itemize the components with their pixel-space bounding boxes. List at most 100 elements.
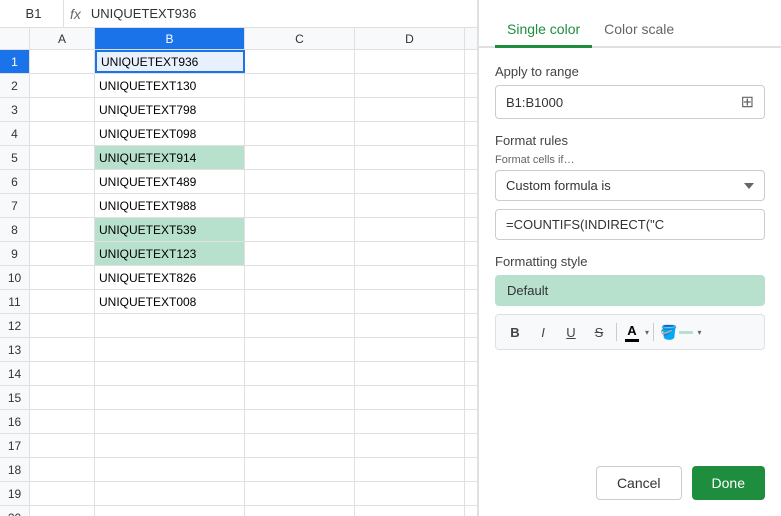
table-row[interactable]: 13 — [0, 338, 477, 362]
cell-a[interactable] — [30, 506, 95, 516]
formula-input[interactable] — [87, 6, 473, 21]
table-row[interactable]: 9UNIQUETEXT123 — [0, 242, 477, 266]
table-row[interactable]: 2UNIQUETEXT130 — [0, 74, 477, 98]
cell-d[interactable] — [355, 266, 465, 289]
cell-d[interactable] — [355, 50, 465, 73]
table-row[interactable]: 6UNIQUETEXT489 — [0, 170, 477, 194]
table-row[interactable]: 16 — [0, 410, 477, 434]
condition-dropdown[interactable]: Custom formula is Text contains Text doe… — [495, 170, 765, 201]
cell-b[interactable]: UNIQUETEXT123 — [95, 242, 245, 265]
cell-a[interactable] — [30, 194, 95, 217]
cell-b[interactable]: UNIQUETEXT826 — [95, 266, 245, 289]
grid-select-icon[interactable]: ⊞ — [741, 92, 754, 112]
cell-c[interactable] — [245, 386, 355, 409]
cell-c[interactable] — [245, 98, 355, 121]
cell-a[interactable] — [30, 434, 95, 457]
cancel-button[interactable]: Cancel — [596, 466, 682, 500]
cell-d[interactable] — [355, 434, 465, 457]
cell-d[interactable] — [355, 194, 465, 217]
cell-d[interactable] — [355, 338, 465, 361]
cell-b[interactable]: UNIQUETEXT798 — [95, 98, 245, 121]
cell-b[interactable] — [95, 482, 245, 505]
cell-c[interactable] — [245, 338, 355, 361]
cell-d[interactable] — [355, 314, 465, 337]
cell-b[interactable]: UNIQUETEXT098 — [95, 122, 245, 145]
cell-d[interactable] — [355, 146, 465, 169]
cell-d[interactable] — [355, 218, 465, 241]
cell-b[interactable] — [95, 338, 245, 361]
formula-value-input[interactable] — [495, 209, 765, 240]
cell-b[interactable] — [95, 386, 245, 409]
font-color-dropdown-arrow[interactable]: ▾ — [645, 328, 649, 337]
cell-c[interactable] — [245, 506, 355, 516]
cell-c[interactable] — [245, 362, 355, 385]
table-row[interactable]: 5UNIQUETEXT914 — [0, 146, 477, 170]
cell-a[interactable] — [30, 290, 95, 313]
strikethrough-button[interactable]: S — [586, 319, 612, 345]
cell-a[interactable] — [30, 482, 95, 505]
cell-c[interactable] — [245, 122, 355, 145]
cell-b[interactable] — [95, 410, 245, 433]
cell-d[interactable] — [355, 506, 465, 516]
cell-d[interactable] — [355, 122, 465, 145]
table-row[interactable]: 8UNIQUETEXT539 — [0, 218, 477, 242]
cell-a[interactable] — [30, 50, 95, 73]
cell-b[interactable]: UNIQUETEXT008 — [95, 290, 245, 313]
cell-a[interactable] — [30, 386, 95, 409]
cell-a[interactable] — [30, 410, 95, 433]
table-row[interactable]: 12 — [0, 314, 477, 338]
cell-b[interactable] — [95, 314, 245, 337]
table-row[interactable]: 18 — [0, 458, 477, 482]
table-row[interactable]: 14 — [0, 362, 477, 386]
cell-b[interactable] — [95, 434, 245, 457]
cell-a[interactable] — [30, 74, 95, 97]
table-row[interactable]: 20 — [0, 506, 477, 516]
fill-color-dropdown-arrow[interactable]: ▾ — [697, 328, 701, 337]
font-color-button[interactable]: A — [621, 321, 643, 344]
table-row[interactable]: 7UNIQUETEXT988 — [0, 194, 477, 218]
cell-b[interactable]: UNIQUETEXT130 — [95, 74, 245, 97]
cell-a[interactable] — [30, 242, 95, 265]
table-row[interactable]: 10UNIQUETEXT826 — [0, 266, 477, 290]
cell-b[interactable]: UNIQUETEXT539 — [95, 218, 245, 241]
cell-b[interactable]: UNIQUETEXT914 — [95, 146, 245, 169]
cell-c[interactable] — [245, 50, 355, 73]
cell-d[interactable] — [355, 290, 465, 313]
table-row[interactable]: 15 — [0, 386, 477, 410]
cell-c[interactable] — [245, 314, 355, 337]
table-row[interactable]: 19 — [0, 482, 477, 506]
cell-d[interactable] — [355, 410, 465, 433]
cell-b[interactable] — [95, 506, 245, 516]
cell-b[interactable]: UNIQUETEXT936 — [95, 50, 245, 73]
cell-c[interactable] — [245, 482, 355, 505]
cell-a[interactable] — [30, 98, 95, 121]
cell-a[interactable] — [30, 314, 95, 337]
cell-b[interactable]: UNIQUETEXT489 — [95, 170, 245, 193]
cell-a[interactable] — [30, 266, 95, 289]
cell-a[interactable] — [30, 218, 95, 241]
cell-d[interactable] — [355, 362, 465, 385]
cell-c[interactable] — [245, 266, 355, 289]
cell-d[interactable] — [355, 74, 465, 97]
range-input[interactable] — [506, 95, 741, 110]
cell-c[interactable] — [245, 434, 355, 457]
cell-a[interactable] — [30, 122, 95, 145]
table-row[interactable]: 17 — [0, 434, 477, 458]
table-row[interactable]: 11UNIQUETEXT008 — [0, 290, 477, 314]
cell-c[interactable] — [245, 458, 355, 481]
cell-d[interactable] — [355, 458, 465, 481]
cell-c[interactable] — [245, 242, 355, 265]
cell-reference-input[interactable] — [4, 0, 64, 27]
cell-c[interactable] — [245, 290, 355, 313]
cell-b[interactable]: UNIQUETEXT988 — [95, 194, 245, 217]
cell-d[interactable] — [355, 98, 465, 121]
underline-button[interactable]: U — [558, 319, 584, 345]
cell-d[interactable] — [355, 242, 465, 265]
cell-b[interactable] — [95, 362, 245, 385]
cell-d[interactable] — [355, 386, 465, 409]
cell-c[interactable] — [245, 170, 355, 193]
cell-c[interactable] — [245, 194, 355, 217]
cell-b[interactable] — [95, 458, 245, 481]
done-button[interactable]: Done — [692, 466, 765, 500]
table-row[interactable]: 3UNIQUETEXT798 — [0, 98, 477, 122]
